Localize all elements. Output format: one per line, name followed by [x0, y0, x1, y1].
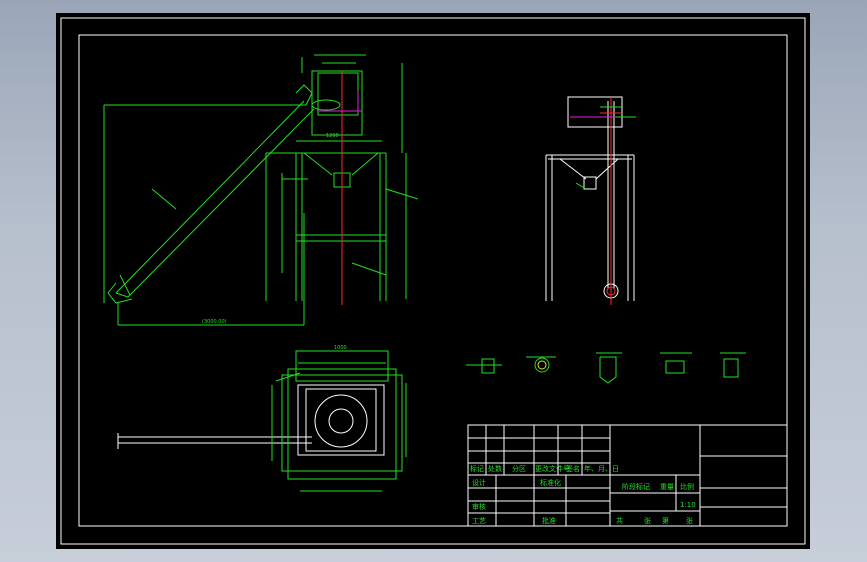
inner-border: [78, 34, 788, 527]
drawing-sheet: 标记 处数 分区 更改文件号 签名 年、月、日 设计 标准化 阶段标记 重量 比…: [56, 13, 810, 549]
tb-standard: 标准化: [540, 478, 561, 487]
tb-weight: 重量: [660, 483, 674, 491]
tb-mark: 标记: [470, 464, 484, 473]
tb-design: 设计: [472, 478, 486, 487]
tb-change-doc: 更改文件号: [535, 464, 570, 473]
tb-count: 处数: [488, 464, 502, 473]
tb-approve: 批准: [542, 516, 556, 525]
tb-scale-value: 1:10: [680, 501, 696, 509]
plan-view: [117, 384, 385, 456]
side-view: [545, 96, 635, 301]
tb-process: 工艺: [472, 517, 486, 525]
top-width-dimension: 1200: [326, 133, 339, 139]
tb-sheet-no: 第: [662, 516, 669, 525]
cad-drawing: 标记 处数 分区 更改文件号 签名 年、月、日 设计 标准化 阶段标记 重量 比…: [60, 17, 806, 545]
tb-sign: 签名: [566, 464, 580, 473]
title-block-grid: [467, 424, 788, 527]
tb-sheet-unit: 张: [644, 516, 651, 525]
front-view: [103, 54, 419, 326]
tb-sheet-unit2: 张: [686, 516, 693, 525]
detail-views: [466, 352, 746, 384]
front-bottom-dimension: (3000.00): [202, 319, 227, 325]
outer-frame: [60, 17, 806, 545]
tb-stage: 阶段标记: [622, 482, 650, 491]
tb-date: 年、月、日: [584, 464, 619, 473]
tb-review: 审核: [472, 502, 486, 511]
tb-scale: 比例: [680, 482, 694, 491]
plan-top-dimension: 1000: [334, 345, 347, 351]
tb-sheet-total: 共: [616, 516, 623, 525]
tb-zone: 分区: [512, 464, 526, 473]
